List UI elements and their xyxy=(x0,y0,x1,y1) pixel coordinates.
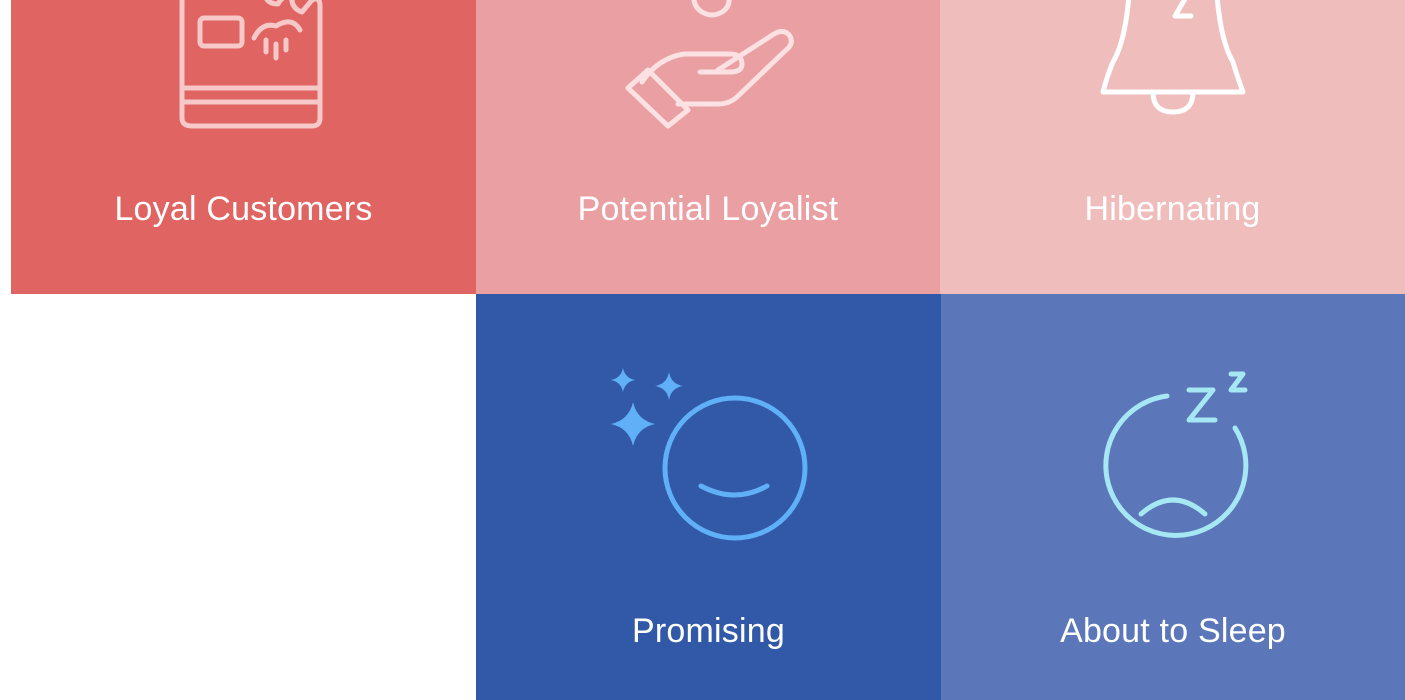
tile-loyal-customers: Loyal Customers xyxy=(11,0,476,294)
tile-label-promising: Promising xyxy=(632,612,785,650)
tile-about-to-sleep: About to Sleep xyxy=(941,294,1405,700)
tile-label-hibernating: Hibernating xyxy=(1084,190,1261,228)
tile-promising: Promising xyxy=(476,294,941,700)
open-hand-icon xyxy=(625,0,794,129)
tile-potential-loyalist: Potential Loyalist xyxy=(476,0,940,294)
tile-hibernating: Hibernating xyxy=(940,0,1405,294)
tile-label-about-to-sleep: About to Sleep xyxy=(1060,612,1286,650)
tile-label-loyal-customers: Loyal Customers xyxy=(114,190,373,228)
sleepy-sad-face-icon xyxy=(1103,371,1249,538)
tile-label-potential-loyalist: Potential Loyalist xyxy=(577,190,839,228)
credit-card-icon xyxy=(179,0,322,129)
sleeping-bell-icon xyxy=(1100,0,1245,115)
smiling-face-sparkles-icon xyxy=(610,368,807,541)
